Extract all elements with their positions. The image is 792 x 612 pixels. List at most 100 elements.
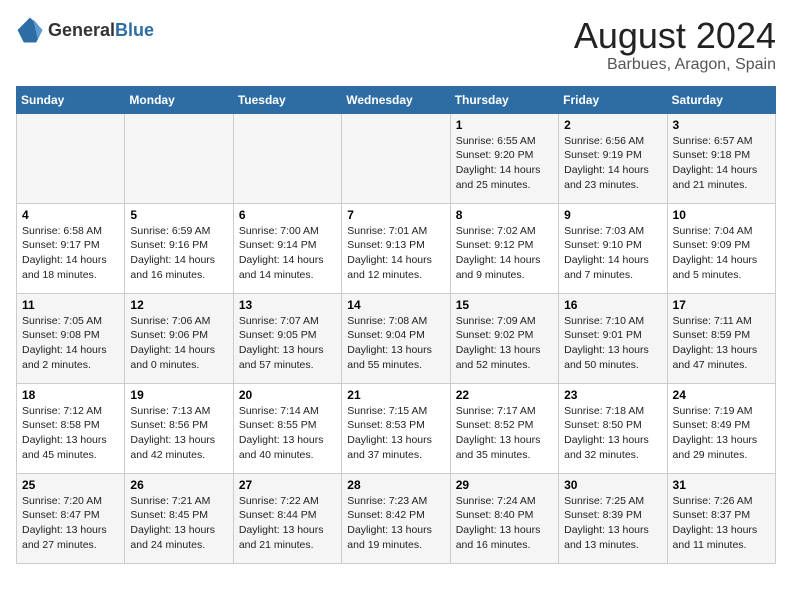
day-info: Sunrise: 7:03 AM Sunset: 9:10 PM Dayligh… <box>564 224 661 283</box>
day-number: 31 <box>673 478 770 492</box>
day-number: 28 <box>347 478 444 492</box>
day-number: 26 <box>130 478 227 492</box>
calendar-cell: 5Sunrise: 6:59 AM Sunset: 9:16 PM Daylig… <box>125 203 233 293</box>
day-info: Sunrise: 7:11 AM Sunset: 8:59 PM Dayligh… <box>673 314 770 373</box>
calendar-cell: 26 Sunrise: 7:21 AM Sunset: 8:45 PM Dayli… <box>125 473 233 563</box>
day-info: Sunrise: 7:02 AM Sunset: 9:12 PM Dayligh… <box>456 224 553 283</box>
logo-blue-text: Blue <box>115 20 154 40</box>
day-number: 14 <box>347 298 444 312</box>
calendar-week-4: 18 Sunrise: 7:12 AM Sunset: 8:58 PM Dayli… <box>17 383 776 473</box>
main-title: August 2024 <box>574 16 776 56</box>
calendar-cell: 15 Sunrise: 7:09 AM Sunset: 9:02 PM Dayli… <box>450 293 558 383</box>
day-info: Sunrise: 7:25 AM Sunset: 8:39 PM Dayligh… <box>564 494 661 553</box>
calendar-cell <box>125 113 233 203</box>
day-info: Sunrise: 7:21 AM Sunset: 8:45 PM Dayligh… <box>130 494 227 553</box>
day-number: 4 <box>22 208 119 222</box>
subtitle: Barbues, Aragon, Spain <box>574 56 776 74</box>
day-info: Sunrise: 6:58 AM Sunset: 9:17 PM Dayligh… <box>22 224 119 283</box>
calendar-cell: 20 Sunrise: 7:14 AM Sunset: 8:55 PM Dayli… <box>233 383 341 473</box>
day-info: Sunrise: 7:09 AM Sunset: 9:02 PM Dayligh… <box>456 314 553 373</box>
day-info: Sunrise: 7:05 AM Sunset: 9:08 PM Dayligh… <box>22 314 119 373</box>
calendar-cell: 13 Sunrise: 7:07 AM Sunset: 9:05 PM Dayli… <box>233 293 341 383</box>
day-number: 25 <box>22 478 119 492</box>
day-info: Sunrise: 7:18 AM Sunset: 8:50 PM Dayligh… <box>564 404 661 463</box>
day-number: 21 <box>347 388 444 402</box>
calendar-cell: 17 Sunrise: 7:11 AM Sunset: 8:59 PM Dayli… <box>667 293 775 383</box>
calendar-week-2: 4 Sunrise: 6:58 AM Sunset: 9:17 PM Daylig… <box>17 203 776 293</box>
calendar-cell: 23 Sunrise: 7:18 AM Sunset: 8:50 PM Dayli… <box>559 383 667 473</box>
day-number: 10 <box>673 208 770 222</box>
title-area: August 2024 Barbues, Aragon, Spain <box>574 16 776 74</box>
day-header-tuesday: Tuesday <box>233 86 341 113</box>
day-number: 29 <box>456 478 553 492</box>
day-info: Sunrise: 7:14 AM Sunset: 8:55 PM Dayligh… <box>239 404 336 463</box>
calendar-cell: 27 Sunrise: 7:22 AM Sunset: 8:44 PM Dayli… <box>233 473 341 563</box>
day-info: Sunrise: 7:22 AM Sunset: 8:44 PM Dayligh… <box>239 494 336 553</box>
calendar-cell: 29Sunrise: 7:24 AM Sunset: 8:40 PM Dayli… <box>450 473 558 563</box>
day-number: 24 <box>673 388 770 402</box>
day-header-friday: Friday <box>559 86 667 113</box>
logo: GeneralBlue <box>16 16 154 44</box>
calendar-week-5: 25 Sunrise: 7:20 AM Sunset: 8:47 PM Dayli… <box>17 473 776 563</box>
day-info: Sunrise: 7:07 AM Sunset: 9:05 PM Dayligh… <box>239 314 336 373</box>
day-number: 6 <box>239 208 336 222</box>
day-info: Sunrise: 7:23 AM Sunset: 8:42 PM Dayligh… <box>347 494 444 553</box>
calendar-cell <box>233 113 341 203</box>
day-info: Sunrise: 6:55 AM Sunset: 9:20 PM Dayligh… <box>456 134 553 193</box>
calendar-cell: 18 Sunrise: 7:12 AM Sunset: 8:58 PM Dayli… <box>17 383 125 473</box>
day-info: Sunrise: 7:10 AM Sunset: 9:01 PM Dayligh… <box>564 314 661 373</box>
day-number: 30 <box>564 478 661 492</box>
calendar-cell <box>342 113 450 203</box>
day-info: Sunrise: 7:19 AM Sunset: 8:49 PM Dayligh… <box>673 404 770 463</box>
day-number: 22 <box>456 388 553 402</box>
calendar-cell: 24 Sunrise: 7:19 AM Sunset: 8:49 PM Dayli… <box>667 383 775 473</box>
day-info: Sunrise: 7:15 AM Sunset: 8:53 PM Dayligh… <box>347 404 444 463</box>
day-number: 18 <box>22 388 119 402</box>
day-number: 12 <box>130 298 227 312</box>
logo-general-text: General <box>48 20 115 40</box>
day-info: Sunrise: 6:56 AM Sunset: 9:19 PM Dayligh… <box>564 134 661 193</box>
day-number: 15 <box>456 298 553 312</box>
day-info: Sunrise: 6:57 AM Sunset: 9:18 PM Dayligh… <box>673 134 770 193</box>
day-number: 17 <box>673 298 770 312</box>
days-header-row: SundayMondayTuesdayWednesdayThursdayFrid… <box>17 86 776 113</box>
day-number: 11 <box>22 298 119 312</box>
day-info: Sunrise: 7:06 AM Sunset: 9:06 PM Dayligh… <box>130 314 227 373</box>
day-number: 7 <box>347 208 444 222</box>
day-info: Sunrise: 7:00 AM Sunset: 9:14 PM Dayligh… <box>239 224 336 283</box>
day-number: 23 <box>564 388 661 402</box>
calendar-cell: 14Sunrise: 7:08 AM Sunset: 9:04 PM Dayli… <box>342 293 450 383</box>
calendar-cell: 28 Sunrise: 7:23 AM Sunset: 8:42 PM Dayli… <box>342 473 450 563</box>
day-number: 13 <box>239 298 336 312</box>
day-info: Sunrise: 7:12 AM Sunset: 8:58 PM Dayligh… <box>22 404 119 463</box>
calendar-table: SundayMondayTuesdayWednesdayThursdayFrid… <box>16 86 776 564</box>
calendar-week-3: 11 Sunrise: 7:05 AM Sunset: 9:08 PM Dayli… <box>17 293 776 383</box>
calendar-cell: 31 Sunrise: 7:26 AM Sunset: 8:37 PM Dayli… <box>667 473 775 563</box>
day-info: Sunrise: 7:26 AM Sunset: 8:37 PM Dayligh… <box>673 494 770 553</box>
day-info: Sunrise: 7:04 AM Sunset: 9:09 PM Dayligh… <box>673 224 770 283</box>
calendar-cell: 3Sunrise: 6:57 AM Sunset: 9:18 PM Daylig… <box>667 113 775 203</box>
calendar-cell: 11 Sunrise: 7:05 AM Sunset: 9:08 PM Dayli… <box>17 293 125 383</box>
calendar-cell <box>17 113 125 203</box>
calendar-cell: 10 Sunrise: 7:04 AM Sunset: 9:09 PM Dayli… <box>667 203 775 293</box>
day-number: 1 <box>456 118 553 132</box>
calendar-cell: 12 Sunrise: 7:06 AM Sunset: 9:06 PM Dayli… <box>125 293 233 383</box>
day-number: 8 <box>456 208 553 222</box>
day-header-saturday: Saturday <box>667 86 775 113</box>
day-number: 2 <box>564 118 661 132</box>
day-header-monday: Monday <box>125 86 233 113</box>
day-number: 20 <box>239 388 336 402</box>
calendar-cell: 4 Sunrise: 6:58 AM Sunset: 9:17 PM Daylig… <box>17 203 125 293</box>
day-number: 19 <box>130 388 227 402</box>
day-info: Sunrise: 7:13 AM Sunset: 8:56 PM Dayligh… <box>130 404 227 463</box>
day-info: Sunrise: 7:20 AM Sunset: 8:47 PM Dayligh… <box>22 494 119 553</box>
calendar-cell: 19 Sunrise: 7:13 AM Sunset: 8:56 PM Dayli… <box>125 383 233 473</box>
day-info: Sunrise: 7:17 AM Sunset: 8:52 PM Dayligh… <box>456 404 553 463</box>
day-header-thursday: Thursday <box>450 86 558 113</box>
calendar-cell: 6 Sunrise: 7:00 AM Sunset: 9:14 PM Daylig… <box>233 203 341 293</box>
day-number: 27 <box>239 478 336 492</box>
calendar-cell: 22 Sunrise: 7:17 AM Sunset: 8:52 PM Dayli… <box>450 383 558 473</box>
day-number: 9 <box>564 208 661 222</box>
calendar-cell: 7Sunrise: 7:01 AM Sunset: 9:13 PM Daylig… <box>342 203 450 293</box>
day-number: 5 <box>130 208 227 222</box>
